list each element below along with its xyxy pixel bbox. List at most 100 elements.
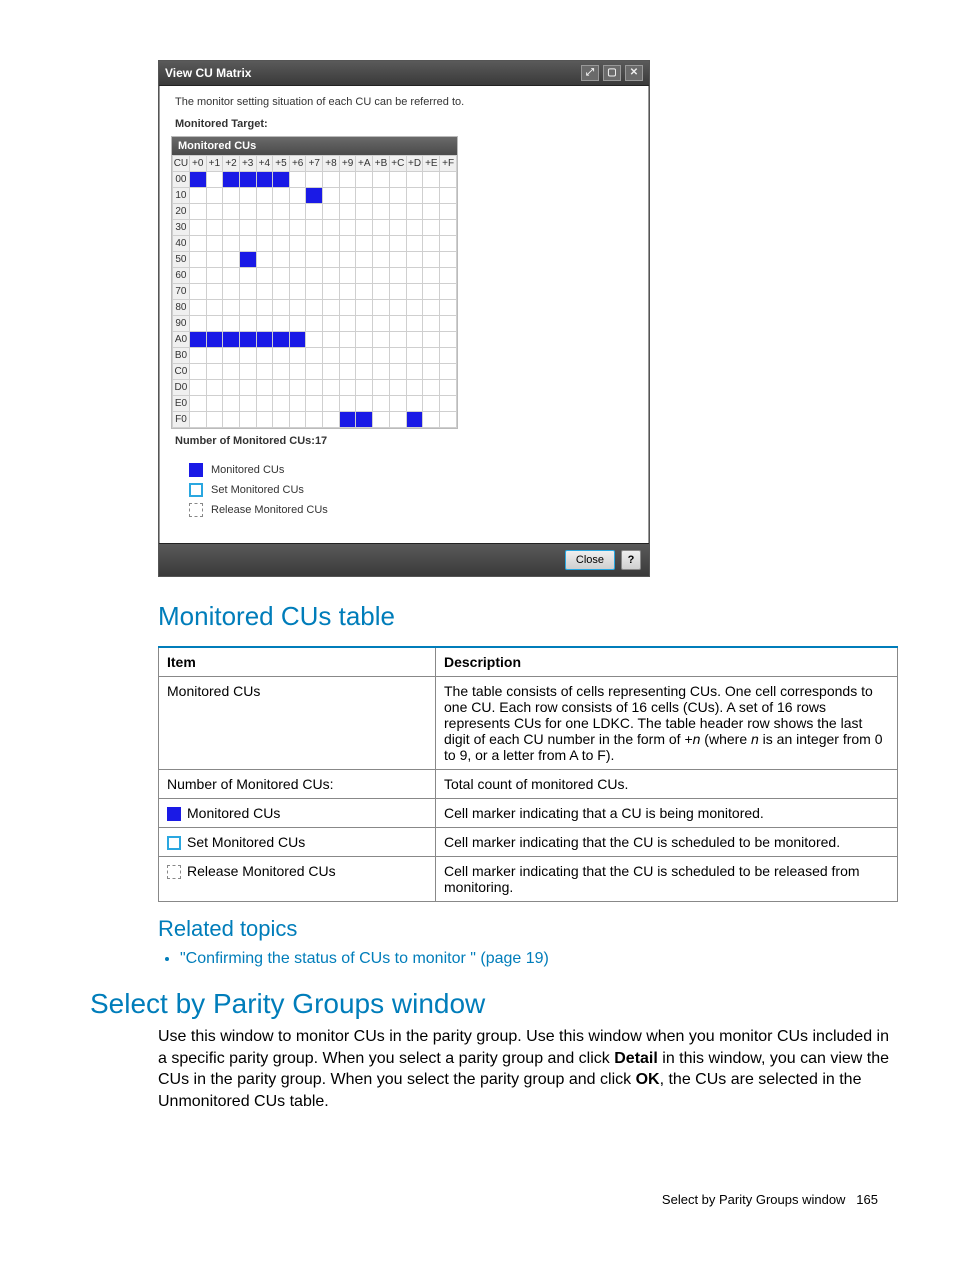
cu-cell[interactable] (189, 172, 206, 188)
cu-cell[interactable] (256, 396, 273, 412)
cu-cell[interactable] (440, 220, 457, 236)
cu-cell[interactable] (389, 252, 406, 268)
cu-cell[interactable] (256, 188, 273, 204)
cu-cell[interactable] (239, 204, 256, 220)
cu-cell[interactable] (189, 284, 206, 300)
cu-cell[interactable] (323, 204, 340, 220)
cu-cell[interactable] (356, 332, 373, 348)
cu-cell[interactable] (339, 380, 356, 396)
cu-cell[interactable] (440, 188, 457, 204)
cu-cell[interactable] (256, 332, 273, 348)
cu-cell[interactable] (339, 348, 356, 364)
cu-cell[interactable] (239, 188, 256, 204)
cu-cell[interactable] (239, 300, 256, 316)
cu-cell[interactable] (406, 268, 423, 284)
cu-cell[interactable] (289, 348, 306, 364)
cu-cell[interactable] (239, 412, 256, 428)
cu-cell[interactable] (389, 396, 406, 412)
cu-cell[interactable] (356, 284, 373, 300)
cu-cell[interactable] (373, 252, 390, 268)
cu-cell[interactable] (256, 172, 273, 188)
cu-cell[interactable] (356, 364, 373, 380)
cu-cell[interactable] (189, 380, 206, 396)
cu-cell[interactable] (289, 396, 306, 412)
cu-cell[interactable] (406, 316, 423, 332)
cu-cell[interactable] (289, 236, 306, 252)
cu-cell[interactable] (406, 412, 423, 428)
cu-cell[interactable] (373, 380, 390, 396)
cu-cell[interactable] (440, 332, 457, 348)
cu-cell[interactable] (239, 236, 256, 252)
cu-cell[interactable] (356, 252, 373, 268)
cu-cell[interactable] (389, 300, 406, 316)
cu-cell[interactable] (223, 236, 240, 252)
cu-cell[interactable] (323, 364, 340, 380)
cu-cell[interactable] (306, 316, 323, 332)
cu-cell[interactable] (423, 204, 440, 220)
cu-cell[interactable] (239, 220, 256, 236)
cu-cell[interactable] (373, 412, 390, 428)
cu-cell[interactable] (389, 380, 406, 396)
cu-cell[interactable] (256, 204, 273, 220)
cu-cell[interactable] (306, 300, 323, 316)
cu-cell[interactable] (389, 220, 406, 236)
cu-cell[interactable] (389, 412, 406, 428)
cu-cell[interactable] (373, 172, 390, 188)
cu-cell[interactable] (373, 348, 390, 364)
cu-cell[interactable] (289, 380, 306, 396)
cu-cell[interactable] (189, 204, 206, 220)
cu-cell[interactable] (323, 236, 340, 252)
cu-cell[interactable] (273, 380, 290, 396)
cu-cell[interactable] (206, 364, 223, 380)
cu-cell[interactable] (223, 284, 240, 300)
cu-cell[interactable] (423, 252, 440, 268)
restore-icon[interactable]: ⤢ (581, 65, 599, 81)
cu-cell[interactable] (189, 220, 206, 236)
cu-cell[interactable] (189, 412, 206, 428)
cu-cell[interactable] (373, 300, 390, 316)
cu-cell[interactable] (323, 332, 340, 348)
cu-cell[interactable] (289, 268, 306, 284)
cu-cell[interactable] (206, 172, 223, 188)
cu-cell[interactable] (206, 380, 223, 396)
cu-cell[interactable] (223, 204, 240, 220)
cu-cell[interactable] (223, 220, 240, 236)
cu-cell[interactable] (423, 364, 440, 380)
cu-cell[interactable] (306, 188, 323, 204)
cu-cell[interactable] (273, 396, 290, 412)
cu-cell[interactable] (306, 364, 323, 380)
cu-cell[interactable] (289, 252, 306, 268)
cu-cell[interactable] (389, 268, 406, 284)
cu-cell[interactable] (339, 252, 356, 268)
cu-cell[interactable] (273, 204, 290, 220)
cu-cell[interactable] (440, 204, 457, 220)
cu-cell[interactable] (273, 236, 290, 252)
cu-cell[interactable] (273, 316, 290, 332)
cu-cell[interactable] (273, 364, 290, 380)
cu-cell[interactable] (206, 412, 223, 428)
close-icon[interactable]: ✕ (625, 65, 643, 81)
cu-cell[interactable] (440, 236, 457, 252)
cu-cell[interactable] (440, 396, 457, 412)
cu-cell[interactable] (373, 332, 390, 348)
cu-cell[interactable] (223, 268, 240, 284)
cu-cell[interactable] (389, 204, 406, 220)
cu-cell[interactable] (306, 172, 323, 188)
cu-cell[interactable] (373, 236, 390, 252)
maximize-icon[interactable]: ▢ (603, 65, 621, 81)
cu-cell[interactable] (406, 188, 423, 204)
cu-cell[interactable] (223, 316, 240, 332)
cu-cell[interactable] (406, 332, 423, 348)
cu-cell[interactable] (273, 220, 290, 236)
cu-cell[interactable] (373, 396, 390, 412)
cu-cell[interactable] (223, 364, 240, 380)
cu-cell[interactable] (339, 412, 356, 428)
cu-cell[interactable] (206, 236, 223, 252)
cu-cell[interactable] (389, 316, 406, 332)
cu-cell[interactable] (239, 284, 256, 300)
cu-cell[interactable] (289, 364, 306, 380)
cu-cell[interactable] (373, 220, 390, 236)
cu-cell[interactable] (423, 300, 440, 316)
related-link[interactable]: "Confirming the status of CUs to monitor… (180, 950, 549, 967)
cu-cell[interactable] (189, 300, 206, 316)
